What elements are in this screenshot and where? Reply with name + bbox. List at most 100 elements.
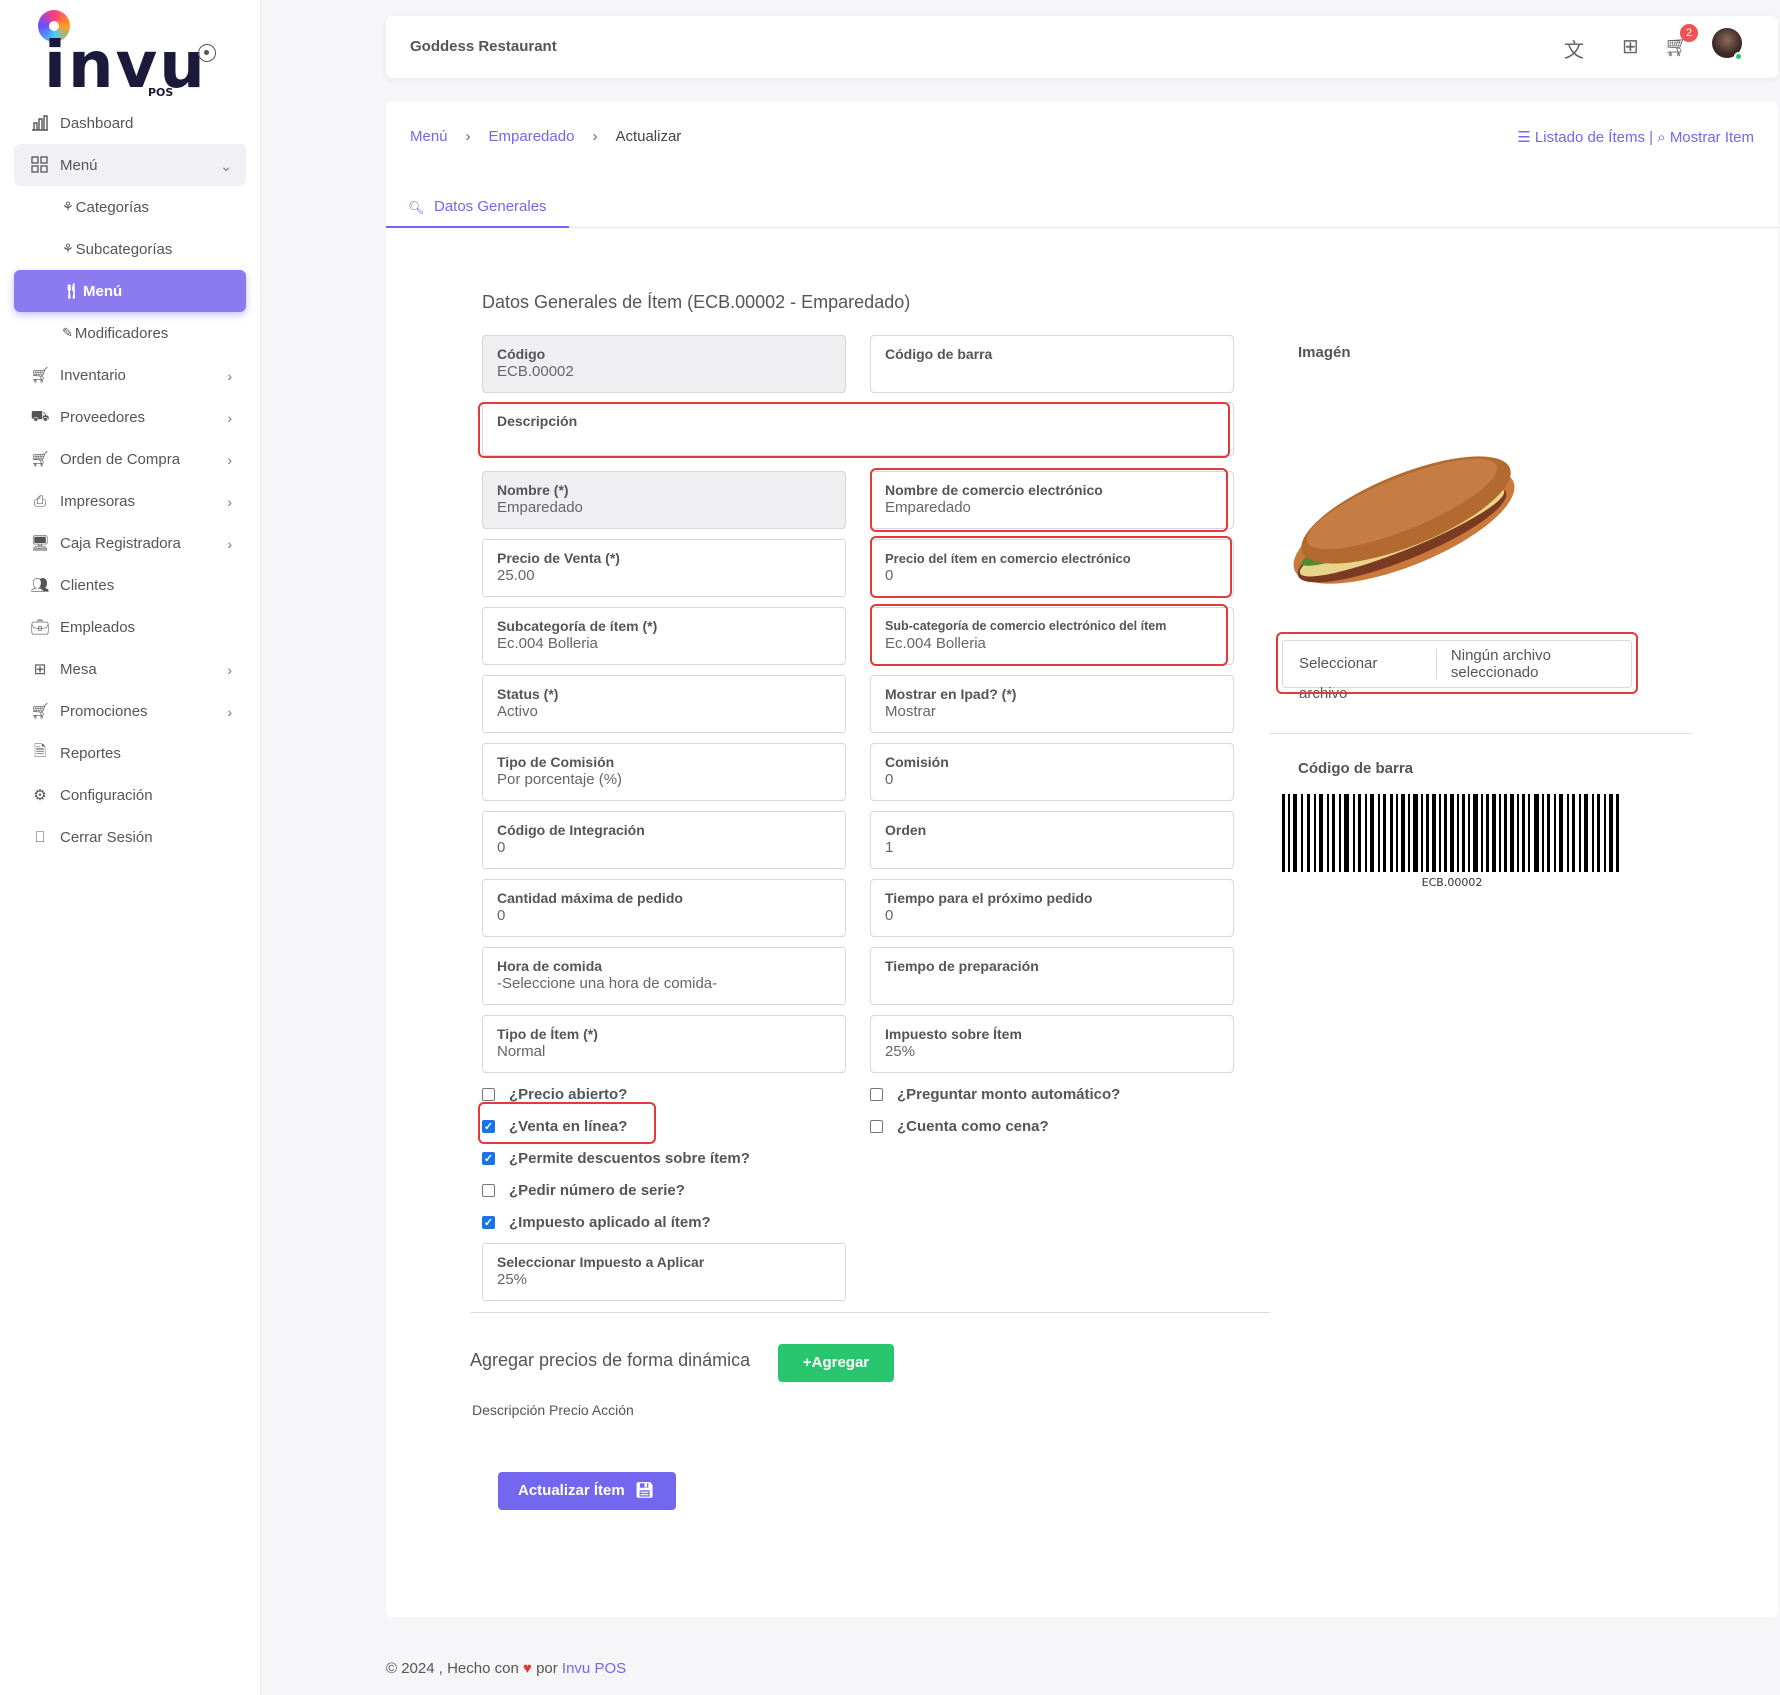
descripcion-field[interactable]: Descripción <box>482 402 1234 456</box>
orden-field[interactable]: Orden 1 <box>870 811 1234 869</box>
dynamic-prices-header: Descripción Precio Acción <box>472 1402 634 1418</box>
impuesto-item-select[interactable]: Impuesto sobre Ítem 25% <box>870 1015 1234 1073</box>
nombre-field[interactable]: Nombre (*) Emparedado <box>482 471 846 529</box>
nombre-ecommerce-field[interactable]: Nombre de comercio electrónico Emparedad… <box>870 471 1234 529</box>
impuesto-aplicado-checkbox[interactable]: ✓ ¿Impuesto aplicado al ítem? <box>482 1214 711 1231</box>
field-label: Subcategoría de ítem (*) <box>497 618 658 634</box>
online-status-dot <box>1734 52 1743 61</box>
checkbox-box[interactable] <box>482 1088 495 1101</box>
precio-ecommerce-field[interactable]: Precio del ítem en comercio electrónico … <box>870 539 1234 597</box>
sidebar-item-promociones[interactable]: 🛒︎ Promociones › <box>14 690 246 732</box>
venta-linea-checkbox[interactable]: ✓ ¿Venta en línea? <box>482 1118 627 1135</box>
field-label: Orden <box>885 822 927 838</box>
save-icon: 💾︎ <box>634 1482 654 1499</box>
footer-brand-link[interactable]: Invu POS <box>562 1660 626 1677</box>
permite-descuentos-checkbox[interactable]: ✓ ¿Permite descuentos sobre ítem? <box>482 1150 750 1167</box>
mostrar-ipad-field[interactable]: Mostrar en Ipad? (*) Mostrar <box>870 675 1234 733</box>
table-icon: ⊞ <box>33 661 47 678</box>
field-value: 25% <box>885 1043 916 1060</box>
printer-icon: ⎙ <box>33 492 46 510</box>
sidebar-item-caja[interactable]: 🖥︎ Caja Registradora › <box>14 522 246 564</box>
show-item-link[interactable]: Mostrar Item <box>1670 129 1754 146</box>
sidebar-subitem-label: Modificadores <box>74 324 169 342</box>
sidebar-item-label: Orden de Compra <box>60 450 181 468</box>
sidebar-item-mesa[interactable]: ⊞ Mesa › <box>14 648 246 690</box>
codigo-barra-field[interactable]: Código de barra <box>870 335 1234 393</box>
top-links: ☰ Listado de Ítems | ⌕ Mostrar Item <box>1517 128 1754 146</box>
tab-datos-generales[interactable]: 🔍︎ Datos Generales <box>386 194 569 228</box>
item-list-link[interactable]: Listado de Ítems <box>1535 129 1645 146</box>
codigo-field[interactable]: Código ECB.00002 <box>482 335 846 393</box>
briefcase-icon: 💼︎ <box>30 619 50 636</box>
field-label: Hora de comida <box>497 958 603 974</box>
chevron-right-icon: › <box>227 410 232 426</box>
sidebar-item-label: Menú <box>60 156 98 174</box>
select-file-button[interactable]: Seleccionar archivo <box>1283 649 1437 702</box>
seleccionar-impuesto-select[interactable]: Seleccionar Impuesto a Aplicar 25% <box>482 1243 846 1301</box>
tipo-comision-field[interactable]: Tipo de Comisión Por porcentaje (%) <box>482 743 846 801</box>
field-label: Código de barra <box>885 346 993 362</box>
sidebar-toggle-icon[interactable] <box>198 44 216 62</box>
sidebar-item-clientes[interactable]: 👥︎ Clientes <box>14 564 246 606</box>
update-item-button[interactable]: Actualizar Ítem 💾︎ <box>498 1472 676 1510</box>
sidebar-item-inventario[interactable]: 🛒︎ Inventario › <box>14 354 246 396</box>
translate-icon[interactable]: 文 <box>1564 34 1584 63</box>
sidebar-item-reportes[interactable]: 🗎 Reportes <box>14 732 246 774</box>
cantidad-maxima-field[interactable]: Cantidad máxima de pedido 0 <box>482 879 846 937</box>
codigo-integracion-field[interactable]: Código de Integración 0 <box>482 811 846 869</box>
pedir-serie-checkbox[interactable]: ¿Pedir número de serie? <box>482 1182 685 1199</box>
apps-grid-icon[interactable]: ⊞ <box>1622 34 1639 59</box>
sidebar-item-label: Mesa <box>60 660 97 678</box>
sidebar-item-orden-compra[interactable]: 🛒︎ Orden de Compra › <box>14 438 246 480</box>
tab-bar: 🔍︎ Datos Generales <box>386 194 1778 228</box>
sidebar-item-cerrar-sesion[interactable]: ⎕ Cerrar Sesión <box>14 816 246 858</box>
sidebar-item-empleados[interactable]: 💼︎ Empleados <box>14 606 246 648</box>
sidebar-subitem-menu[interactable]: 🍴︎ Menú <box>14 270 246 312</box>
breadcrumb-menu-link[interactable]: Menú <box>410 128 448 145</box>
checkbox-label: ¿Pedir número de serie? <box>509 1182 685 1199</box>
precio-abierto-checkbox[interactable]: ¿Precio abierto? <box>482 1086 627 1103</box>
field-value: Emparedado <box>885 499 971 516</box>
barcode-image: ECB.00002 <box>1282 794 1622 889</box>
invu-logo[interactable]: invu POS <box>38 10 205 100</box>
checkbox-box-checked[interactable]: ✓ <box>482 1120 495 1133</box>
add-price-button[interactable]: +Agregar <box>778 1344 894 1382</box>
checkbox-box[interactable] <box>482 1184 495 1197</box>
status-field[interactable]: Status (*) Activo <box>482 675 846 733</box>
sidebar: invu POS Dashboard Menú ⌄ ⚘ Categorías ⚘… <box>0 0 261 1695</box>
checkbox-label: ¿Precio abierto? <box>509 1086 628 1103</box>
subcategoria-ecommerce-field[interactable]: Sub-categoría de comercio electrónico de… <box>870 607 1234 665</box>
comision-field[interactable]: Comisión 0 <box>870 743 1234 801</box>
checkbox-box-checked[interactable]: ✓ <box>482 1152 495 1165</box>
cart-icon: 🛒︎ <box>30 451 50 468</box>
tiempo-preparacion-field[interactable]: Tiempo de preparación <box>870 947 1234 1005</box>
subcategoria-field[interactable]: Subcategoría de ítem (*) Ec.004 Bolleria <box>482 607 846 665</box>
breadcrumb-item-link[interactable]: Emparedado <box>489 128 575 145</box>
sidebar-item-configuracion[interactable]: ⚙ Configuración <box>14 774 246 816</box>
sidebar-subitem-subcategorias[interactable]: ⚘ Subcategorías <box>14 228 246 270</box>
chevron-right-icon: › <box>227 662 232 678</box>
chevron-right-icon: › <box>227 452 232 468</box>
sidebar-item-dashboard[interactable]: Dashboard <box>14 102 246 144</box>
sidebar-subitem-modificadores[interactable]: ✎ Modificadores <box>14 312 246 354</box>
cuenta-cena-checkbox[interactable]: ¿Cuenta como cena? <box>870 1118 1049 1135</box>
bar-chart-icon <box>30 114 50 132</box>
field-label: Código de Integración <box>497 822 645 838</box>
field-label: Tipo de Comisión <box>497 754 615 770</box>
field-value: 0 <box>497 839 506 856</box>
preguntar-monto-checkbox[interactable]: ¿Preguntar monto automático? <box>870 1086 1120 1103</box>
sidebar-item-proveedores[interactable]: ⛟ Proveedores › <box>14 396 246 438</box>
checkbox-box[interactable] <box>870 1120 883 1133</box>
field-label: Tipo de Ítem (*) <box>497 1026 598 1042</box>
sidebar-item-menu[interactable]: Menú ⌄ <box>14 144 246 186</box>
file-input[interactable]: Seleccionar archivo Ningún archivo selec… <box>1282 640 1632 702</box>
hora-comida-select[interactable]: Hora de comida -Seleccione una hora de c… <box>482 947 846 1005</box>
checkbox-box[interactable] <box>870 1088 883 1101</box>
tipo-item-select[interactable]: Tipo de Ítem (*) Normal <box>482 1015 846 1073</box>
sidebar-item-impresoras[interactable]: ⎙ Impresoras › <box>14 480 246 522</box>
tiempo-proximo-field[interactable]: Tiempo para el próximo pedido 0 <box>870 879 1234 937</box>
sidebar-item-label: Clientes <box>60 576 115 594</box>
precio-venta-field[interactable]: Precio de Venta (*) 25.00 <box>482 539 846 597</box>
sidebar-subitem-categorias[interactable]: ⚘ Categorías <box>14 186 246 228</box>
checkbox-box-checked[interactable]: ✓ <box>482 1216 495 1229</box>
